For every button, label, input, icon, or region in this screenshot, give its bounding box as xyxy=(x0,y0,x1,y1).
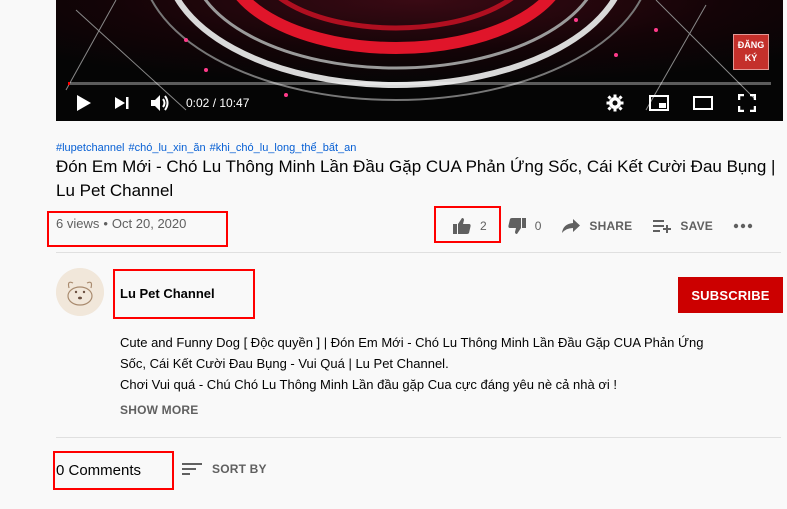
video-title: Đón Em Mới - Chó Lu Thông Minh Lần Đầu G… xyxy=(56,157,776,200)
theater-mode-button[interactable] xyxy=(689,89,717,117)
hashtag-list: #lupetchannel #chó_lu_xin_ăn #khi_chó_lu_l… xyxy=(56,142,360,154)
description-line: Chơi Vui quá - Chú Chó Lu Thông Minh Lần… xyxy=(120,377,617,392)
miniplayer-button[interactable] xyxy=(645,89,673,117)
channel-avatar[interactable] xyxy=(56,268,104,316)
time-display: 0:02 / 10:47 xyxy=(186,96,250,110)
share-icon xyxy=(562,219,581,233)
channel-subscribe-watermark[interactable]: ĐĂNG KÝ xyxy=(733,34,769,70)
save-label: SAVE xyxy=(680,219,713,233)
video-description: Cute and Funny Dog [ Độc quyền ] | Đón E… xyxy=(120,332,740,395)
more-actions-button[interactable] xyxy=(733,223,761,229)
share-button[interactable]: SHARE xyxy=(561,218,632,234)
hashtag-link[interactable]: #lupetchannel xyxy=(56,142,125,154)
share-label: SHARE xyxy=(589,219,633,233)
sort-icon xyxy=(182,463,202,475)
dislike-button[interactable]: 0 xyxy=(507,217,542,235)
play-icon xyxy=(77,95,91,111)
volume-icon xyxy=(151,95,169,111)
player-controls-right xyxy=(593,89,769,117)
theater-mode-icon xyxy=(693,96,713,110)
player-controls: 0:02 / 10:47 xyxy=(56,85,783,121)
skip-next-icon xyxy=(115,97,129,109)
subscribe-button[interactable]: SUBSCRIBE xyxy=(678,277,783,313)
miniplayer-icon xyxy=(649,95,669,111)
sort-by-label: SORT BY xyxy=(212,462,267,476)
watermark-line1: ĐĂNG xyxy=(737,40,765,50)
description-line: Sốc, Cái Kết Cười Đau Bụng - Vui Quá | L… xyxy=(120,356,449,371)
dog-sketch-icon xyxy=(56,268,104,316)
next-button[interactable] xyxy=(108,89,136,117)
play-button[interactable] xyxy=(70,89,98,117)
dislike-count: 0 xyxy=(534,219,542,233)
youtube-watch-page: ĐĂNG KÝ 0:02 / 10:47 #lupetchannel #chó_… xyxy=(0,0,787,509)
fullscreen-icon xyxy=(738,94,756,112)
highlight-box xyxy=(53,451,174,490)
show-more-button[interactable]: SHOW MORE xyxy=(120,403,198,417)
gear-icon xyxy=(606,94,624,112)
more-horizontal-icon xyxy=(733,223,753,229)
video-actions: 2 0 SHARE SAVE xyxy=(452,212,781,240)
fullscreen-button[interactable] xyxy=(733,89,761,117)
video-player[interactable]: ĐĂNG KÝ 0:02 / 10:47 xyxy=(56,0,783,121)
save-button[interactable]: SAVE xyxy=(652,218,713,234)
playlist-add-icon xyxy=(653,220,672,233)
divider xyxy=(56,252,781,253)
thumbs-down-icon xyxy=(508,218,526,234)
divider xyxy=(56,437,781,438)
hashtag-link[interactable]: #khi_chó_lu_long_thể_bất_an xyxy=(210,142,357,154)
sort-by-button[interactable]: SORT BY xyxy=(182,462,267,476)
highlight-box xyxy=(434,206,501,243)
hashtag-link[interactable]: #chó_lu_xin_ăn xyxy=(129,142,206,154)
highlight-box xyxy=(113,269,255,319)
highlight-box xyxy=(47,211,228,247)
volume-button[interactable] xyxy=(146,89,174,117)
settings-button[interactable] xyxy=(601,89,629,117)
description-line: Cute and Funny Dog [ Độc quyền ] | Đón E… xyxy=(120,335,704,350)
watermark-line2: KÝ xyxy=(744,53,758,63)
